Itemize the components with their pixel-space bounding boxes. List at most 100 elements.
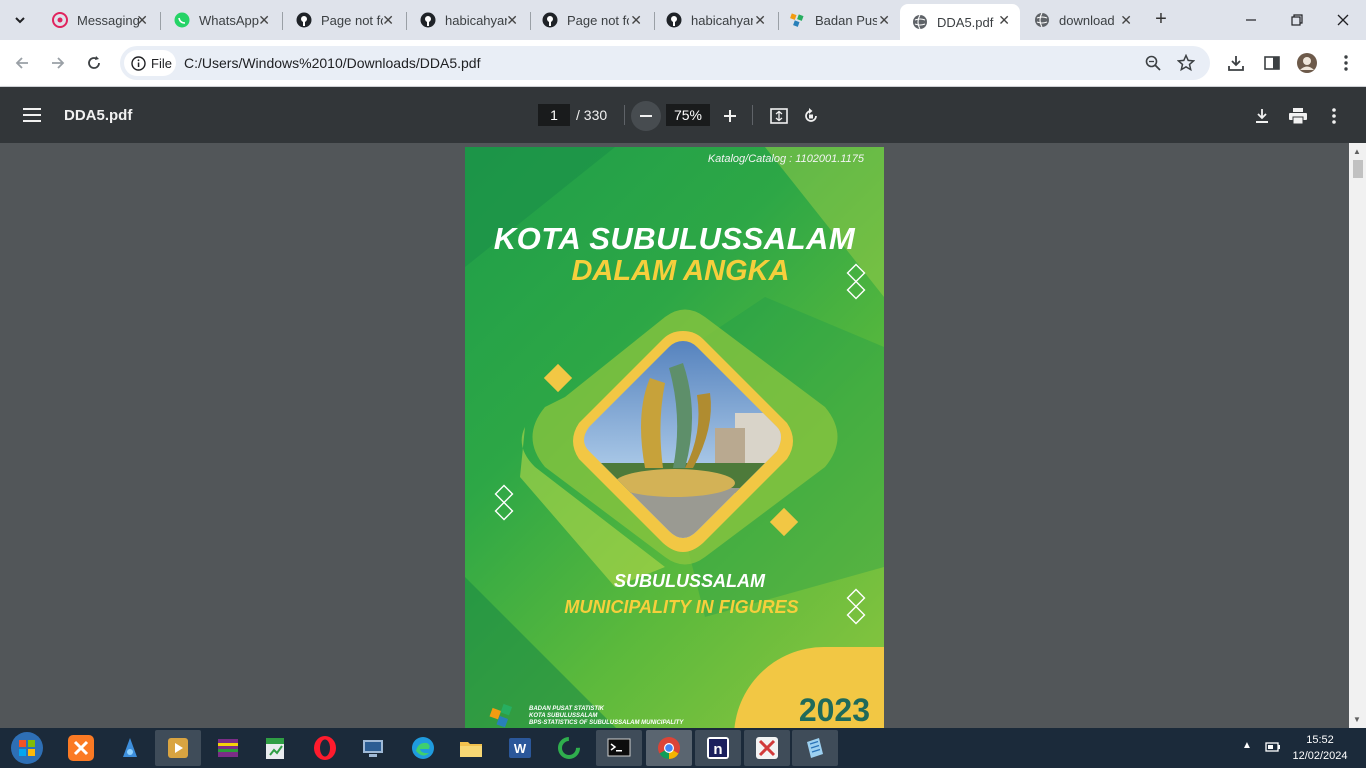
taskbar-word[interactable]: W xyxy=(497,730,543,766)
address-bar[interactable]: File C:/Users/Windows%2010/Downloads/DDA… xyxy=(120,46,1210,80)
pdf-more-icon[interactable] xyxy=(1319,101,1349,131)
scroll-down-arrow-icon[interactable]: ▼ xyxy=(1353,715,1361,724)
back-button[interactable] xyxy=(10,51,34,75)
tab-github-habicahyani-2[interactable]: habicahyani ✕ xyxy=(654,4,776,36)
restore-button[interactable] xyxy=(1274,0,1320,40)
downloads-icon[interactable] xyxy=(1224,51,1248,75)
url-text[interactable]: C:/Users/Windows%2010/Downloads/DDA5.pdf xyxy=(184,55,480,71)
battery-icon[interactable] xyxy=(1265,740,1281,759)
new-tab-button[interactable]: + xyxy=(1150,8,1172,30)
taskbar-loading-app[interactable] xyxy=(546,730,592,766)
notion-icon: n xyxy=(707,737,729,759)
whatsapp-icon xyxy=(174,12,190,28)
cover-subtitle-line2: MUNICIPALITY IN FIGURES xyxy=(564,597,799,617)
terminal-icon xyxy=(607,738,631,757)
taskbar-notion[interactable]: n xyxy=(695,730,741,766)
zoom-out-button[interactable] xyxy=(631,101,661,131)
close-icon[interactable]: ✕ xyxy=(998,12,1010,29)
zoom-icon[interactable] xyxy=(1141,51,1165,75)
tab-dda5-pdf[interactable]: DDA5.pdf ✕ xyxy=(900,4,1020,40)
more-menu-icon[interactable] xyxy=(1334,51,1358,75)
taskbar-chrome[interactable] xyxy=(646,730,692,766)
tray-overflow-icon[interactable]: ▲ xyxy=(1242,740,1252,751)
close-icon[interactable]: ✕ xyxy=(1120,12,1132,29)
print-button[interactable] xyxy=(1283,101,1313,131)
taskbar-network[interactable] xyxy=(350,730,396,766)
close-icon[interactable]: ✕ xyxy=(258,12,270,29)
taskbar-winrar[interactable] xyxy=(205,730,251,766)
close-icon[interactable]: ✕ xyxy=(630,12,642,29)
taskbar-media-player[interactable] xyxy=(155,730,201,766)
close-icon[interactable]: ✕ xyxy=(506,12,518,29)
site-info-chip[interactable]: File xyxy=(124,50,176,76)
clock-date: 12/02/2024 xyxy=(1292,750,1348,762)
recycle-icon xyxy=(123,738,137,757)
reload-button[interactable] xyxy=(82,51,106,75)
tab-title: habicahyani xyxy=(691,12,753,28)
taskbar-file-explorer[interactable] xyxy=(448,730,494,766)
cover-year: 2023 xyxy=(798,692,870,728)
taskbar-xmind[interactable] xyxy=(744,730,790,766)
taskbar-notepad[interactable] xyxy=(792,730,838,766)
pdf-download-button[interactable] xyxy=(1247,101,1277,131)
tab-badan-pusat[interactable]: Badan Pusat ✕ xyxy=(778,4,900,36)
scroll-thumb[interactable] xyxy=(1353,160,1363,178)
cover-title-line1: KOTA SUBULUSSALAM xyxy=(493,221,856,256)
pdf-viewer[interactable]: Katalog/Catalog : 1102001.1175 KOTA SUBU… xyxy=(0,143,1366,728)
tab-whatsapp[interactable]: WhatsApp ✕ xyxy=(162,4,280,36)
reload-icon xyxy=(88,56,100,69)
winrar-icon xyxy=(218,739,238,757)
viewer-scrollbar[interactable]: ▲ ▼ xyxy=(1349,143,1366,728)
close-icon[interactable]: ✕ xyxy=(878,12,890,29)
messenger-icon xyxy=(52,12,68,28)
bps-logo-block: BADAN PUSAT STATISTIK KOTA SUBULUSSALAM … xyxy=(489,703,683,728)
hamburger-menu-icon[interactable] xyxy=(20,103,44,127)
start-button[interactable] xyxy=(4,730,50,766)
profile-avatar[interactable] xyxy=(1295,51,1319,75)
minimize-icon xyxy=(1246,19,1256,21)
info-icon xyxy=(131,55,146,71)
arrow-left-icon xyxy=(15,57,28,69)
zoom-level-input[interactable]: 75% xyxy=(666,104,710,126)
taskbar-recycle[interactable] xyxy=(107,730,153,766)
scroll-up-arrow-icon[interactable]: ▲ xyxy=(1353,147,1361,156)
fit-page-button[interactable] xyxy=(764,101,794,131)
github-icon xyxy=(420,12,436,28)
taskbar-spreadsheet[interactable] xyxy=(252,730,298,766)
page-total: / 330 xyxy=(576,107,608,123)
taskbar-terminal[interactable] xyxy=(596,730,642,766)
fit-page-icon xyxy=(770,108,788,124)
tab-github-habicahyani[interactable]: habicahyani ✕ xyxy=(408,4,528,36)
page-number-input[interactable]: 1 xyxy=(538,104,570,126)
tab-title: Page not found xyxy=(567,12,629,28)
minimize-button[interactable] xyxy=(1228,0,1274,40)
rotate-icon xyxy=(805,108,817,122)
tab-download[interactable]: download ✕ xyxy=(1022,4,1142,36)
tab-search-button[interactable] xyxy=(6,6,34,34)
tab-github-page-not-found[interactable]: Page not found ✕ xyxy=(284,4,404,36)
bps-publisher: BADAN PUSAT STATISTIK KOTA SUBULUSSALAM … xyxy=(529,705,684,726)
zoom-in-button[interactable] xyxy=(715,101,745,131)
tab-github-page-not-found-2[interactable]: Page not found ✕ xyxy=(530,4,652,36)
system-clock[interactable]: 15:52 12/02/2024 xyxy=(1290,732,1350,764)
taskbar-opera[interactable] xyxy=(302,730,348,766)
chip-label: File xyxy=(151,55,172,71)
tab-messaging[interactable]: Messaging ✕ xyxy=(40,4,158,36)
rotate-button[interactable] xyxy=(796,101,826,131)
side-panel-icon[interactable] xyxy=(1260,51,1284,75)
close-icon[interactable]: ✕ xyxy=(136,12,148,29)
forward-button[interactable] xyxy=(46,51,70,75)
restore-icon xyxy=(1291,14,1303,26)
taskbar-xampp[interactable] xyxy=(58,730,104,766)
minus-icon xyxy=(640,115,652,117)
tab-title: Messaging xyxy=(77,12,139,28)
close-icon[interactable]: ✕ xyxy=(382,12,394,29)
svg-text:n: n xyxy=(713,741,722,758)
close-icon[interactable]: ✕ xyxy=(754,12,766,29)
opera-icon xyxy=(314,736,336,760)
media-player-icon xyxy=(168,738,188,758)
bookmark-star-icon[interactable] xyxy=(1174,51,1198,75)
close-window-button[interactable] xyxy=(1320,0,1366,40)
taskbar-edge[interactable] xyxy=(400,730,446,766)
windows-taskbar: W n ▲ 15:52 12/02/2024 xyxy=(0,728,1366,768)
